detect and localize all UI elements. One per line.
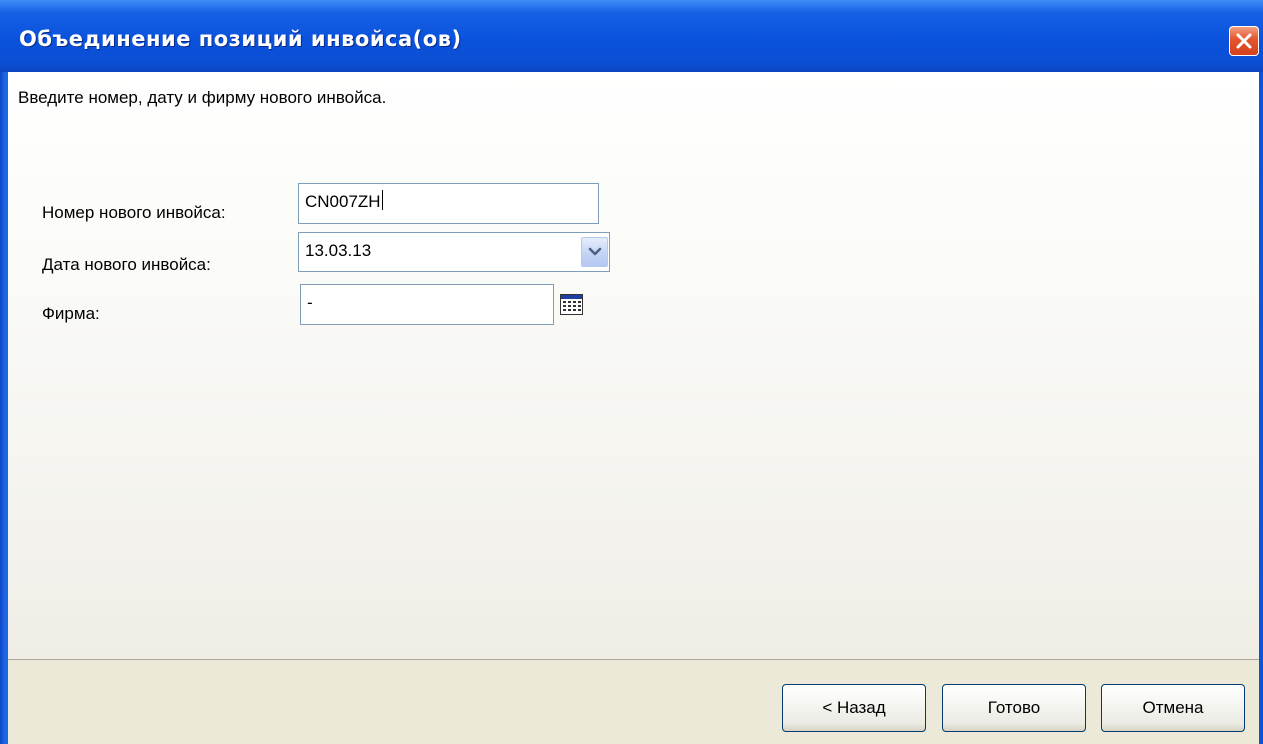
window-frame-right xyxy=(1259,72,1263,744)
window-frame-left xyxy=(0,72,8,744)
calendar-icon xyxy=(560,294,583,319)
window-title: Объединение позиций инвойса(ов) xyxy=(19,27,462,51)
text-caret xyxy=(381,190,383,210)
firm-picker-button[interactable] xyxy=(559,294,584,319)
invoice-number-label: Номер нового инвойса: xyxy=(42,203,226,222)
invoice-number-value: CN007ZH xyxy=(305,192,381,211)
button-bar: < Назад Готово Отмена xyxy=(8,660,1259,744)
dialog-window: Объединение позиций инвойса(ов) Введите … xyxy=(0,0,1263,744)
invoice-date-label: Дата нового инвойса: xyxy=(42,255,211,274)
chevron-down-icon xyxy=(588,243,602,262)
close-button[interactable] xyxy=(1229,26,1259,56)
invoice-number-input[interactable]: CN007ZH xyxy=(298,183,599,224)
invoice-date-select[interactable]: 13.03.13 xyxy=(298,232,610,272)
close-icon xyxy=(1235,32,1253,50)
back-button[interactable]: < Назад xyxy=(782,684,926,732)
wizard-content: Введите номер, дату и фирму нового инвой… xyxy=(8,72,1259,660)
invoice-date-dropdown-button[interactable] xyxy=(581,237,608,267)
finish-button[interactable]: Готово xyxy=(942,684,1086,732)
cancel-button[interactable]: Отмена xyxy=(1101,684,1245,732)
firm-value: - xyxy=(307,293,313,312)
firm-label: Фирма: xyxy=(42,304,100,323)
invoice-date-value: 13.03.13 xyxy=(305,241,372,260)
title-bar[interactable]: Объединение позиций инвойса(ов) xyxy=(0,0,1263,72)
firm-input[interactable]: - xyxy=(300,284,554,325)
instruction-text: Введите номер, дату и фирму нового инвой… xyxy=(18,88,387,107)
